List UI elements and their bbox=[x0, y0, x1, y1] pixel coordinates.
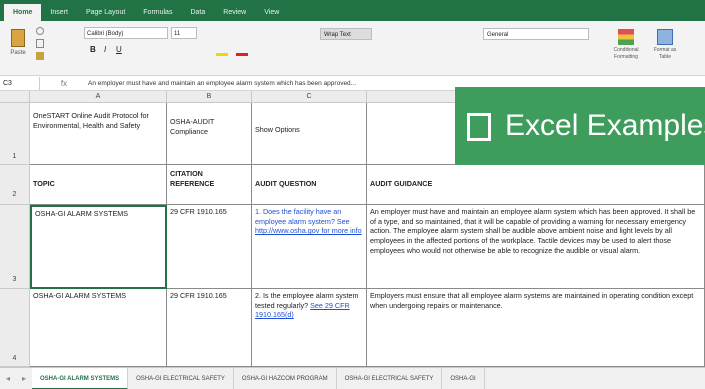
sheet-tab-3[interactable]: OSHA-GI HAZCOM PROGRAM bbox=[234, 367, 337, 389]
wrap-text-button[interactable]: Wrap Text bbox=[320, 28, 372, 40]
cell-a3[interactable]: OSHA-GI ALARM SYSTEMS bbox=[30, 205, 167, 289]
row-header-2[interactable]: 2 bbox=[0, 165, 30, 205]
paste-button[interactable]: Paste bbox=[6, 25, 30, 69]
sheet-tab-bar: ◂ ▸ OSHA-GI ALARM SYSTEMS OSHA-GI ELECTR… bbox=[0, 367, 705, 389]
italic-button[interactable]: I bbox=[104, 45, 106, 54]
font-name-select[interactable]: Calibri (Body) bbox=[84, 27, 168, 39]
copy-icon[interactable] bbox=[36, 39, 44, 48]
cell-a2[interactable]: TOPIC bbox=[30, 165, 167, 205]
cell-b2[interactable]: CITATION REFERENCE bbox=[167, 165, 252, 205]
name-box[interactable]: C3 bbox=[0, 76, 40, 90]
cell-c2[interactable]: AUDIT QUESTION bbox=[252, 165, 367, 205]
row-header-3[interactable]: 3 bbox=[0, 205, 30, 289]
tab-page-layout[interactable]: Page Layout bbox=[77, 4, 134, 21]
column-header-a[interactable]: A bbox=[30, 91, 167, 103]
sheet-tab-5[interactable]: OSHA-GI bbox=[442, 367, 485, 389]
conditional-formatting-button[interactable]: Conditional Formatting bbox=[608, 27, 644, 71]
formula-input[interactable]: An employer must have and maintain an em… bbox=[88, 80, 705, 87]
bold-button[interactable]: B bbox=[90, 45, 96, 54]
number-format-select[interactable]: General bbox=[483, 28, 589, 40]
ribbon: Paste Calibri (Body) 11 B I U Wrap Text … bbox=[0, 21, 705, 76]
cell-b4[interactable]: 29 CFR 1910.165 bbox=[167, 289, 252, 367]
format-as-table-button[interactable]: Format as Table bbox=[648, 27, 682, 71]
cell-b1[interactable]: OSHA-AUDIT Compliance bbox=[167, 103, 252, 165]
ribbon-tab-bar: Home Insert Page Layout Formulas Data Re… bbox=[0, 0, 705, 21]
fill-color-icon[interactable] bbox=[216, 53, 228, 56]
tab-formulas[interactable]: Formulas bbox=[134, 4, 181, 21]
cell-c4[interactable]: 2. Is the employee alarm system tested r… bbox=[252, 289, 367, 367]
tab-data[interactable]: Data bbox=[181, 4, 214, 21]
font-color-icon[interactable] bbox=[236, 53, 248, 56]
row-header-1[interactable]: 1 bbox=[0, 103, 30, 165]
cut-icon[interactable] bbox=[36, 27, 44, 35]
column-header-b[interactable]: B bbox=[167, 91, 252, 103]
fx-icon[interactable]: fx bbox=[40, 79, 88, 88]
cell-d2[interactable]: AUDIT GUIDANCE bbox=[367, 165, 705, 205]
excel-examples-banner: Excel Examples bbox=[455, 87, 705, 165]
tab-insert[interactable]: Insert bbox=[41, 4, 77, 21]
font-size-select[interactable]: 11 bbox=[171, 27, 197, 39]
sheet-tab-2[interactable]: OSHA-GI ELECTRICAL SAFETY bbox=[128, 367, 234, 389]
cell-c3[interactable]: 1. Does the facility have an employee al… bbox=[252, 205, 367, 289]
banner-title: Excel Examples bbox=[505, 109, 705, 142]
tab-review[interactable]: Review bbox=[214, 4, 255, 21]
corner-select-all[interactable] bbox=[0, 91, 30, 103]
cell-d4[interactable]: Employers must ensure that all employee … bbox=[367, 289, 705, 367]
cell-a4[interactable]: OSHA-GI ALARM SYSTEMS bbox=[30, 289, 167, 367]
clipboard-icon bbox=[11, 29, 25, 47]
cell-c1[interactable]: Show Options bbox=[252, 103, 367, 165]
excel-window: Home Insert Page Layout Formulas Data Re… bbox=[0, 0, 705, 389]
sheet-tab-4[interactable]: OSHA-GI ELECTRICAL SAFETY bbox=[337, 367, 443, 389]
column-header-c[interactable]: C bbox=[252, 91, 367, 103]
conditional-formatting-icon bbox=[618, 29, 634, 45]
sheet-scroll-right-icon[interactable]: ▸ bbox=[16, 374, 32, 383]
tab-home[interactable]: Home bbox=[4, 4, 42, 21]
sheet-scroll-left-icon[interactable]: ◂ bbox=[0, 374, 16, 383]
excel-logo-icon bbox=[467, 113, 491, 142]
cell-a1[interactable]: OneSTART Online Audit Protocol for Envir… bbox=[30, 103, 167, 165]
tab-view[interactable]: View bbox=[255, 4, 288, 21]
sheet-tab-1[interactable]: OSHA-GI ALARM SYSTEMS bbox=[32, 367, 129, 389]
format-painter-icon[interactable] bbox=[36, 52, 44, 60]
cell-c3-link[interactable]: http://www.osha.gov for more info bbox=[255, 226, 362, 235]
underline-button[interactable]: U bbox=[116, 45, 122, 54]
row-header-4[interactable]: 4 bbox=[0, 289, 30, 367]
cell-d3[interactable]: An employer must have and maintain an em… bbox=[367, 205, 705, 289]
cell-c3-text: 1. Does the facility have an employee al… bbox=[255, 207, 350, 226]
cell-b3[interactable]: 29 CFR 1910.165 bbox=[167, 205, 252, 289]
table-icon bbox=[657, 29, 673, 45]
